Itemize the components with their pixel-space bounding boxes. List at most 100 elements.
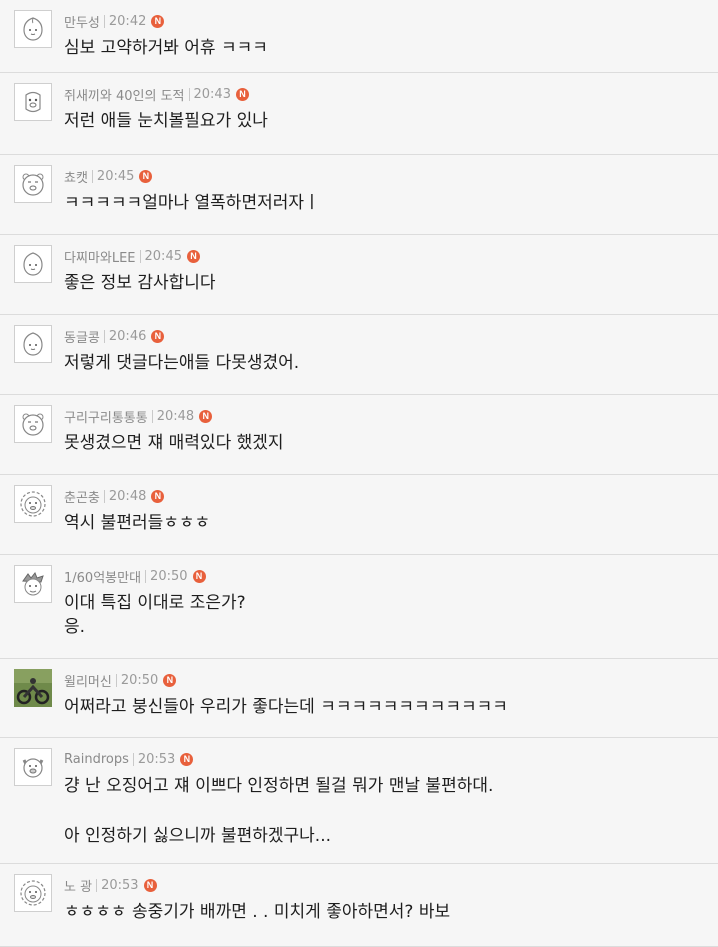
- comment-meta: 춘곤충 20:48 N: [64, 485, 706, 507]
- comment-line: 응.: [64, 617, 86, 637]
- comment-body: 동글콩 20:46 N 저렇게 댓글다는애들 다못생겼어.: [64, 325, 706, 375]
- comment-text: 걍 난 오징어고 쟤 이쁘다 인정하면 될걸 뭐가 맨날 불편하대. 아 인정하기…: [64, 774, 706, 849]
- comment-text: 역시 불편러들ㅎㅎㅎ: [64, 511, 706, 535]
- author-name[interactable]: Raindrops: [64, 752, 129, 767]
- comment-item: 쥐새끼와 40인의 도적 20:43 N 저런 애들 눈치볼필요가 있나: [0, 73, 718, 155]
- comment-text: ㅎㅎㅎㅎ 송중기가 배까면 . . 미치게 좋아하면서? 바보: [64, 900, 706, 924]
- ryan-icon[interactable]: [14, 405, 52, 443]
- comment-time: 20:43: [193, 86, 231, 102]
- comment-item: 만두성 20:42 N 심보 고약하거봐 어휴 ㅋㅋㅋ: [0, 0, 718, 73]
- author-name[interactable]: 다찌마와LEE: [64, 247, 136, 266]
- dog-icon[interactable]: [14, 748, 52, 786]
- new-badge: N: [180, 752, 194, 766]
- new-badge: N: [151, 329, 165, 343]
- comment-line: 어쩌라고 붕신들아 우리가 좋다는데 ㅋㅋㅋㅋㅋㅋㅋㅋㅋㅋㅋㅋ: [64, 697, 508, 717]
- comment-line: 저렇게 댓글다는애들 다못생겼어.: [64, 353, 300, 373]
- new-badge: N: [163, 673, 177, 687]
- meta-divider: [96, 878, 98, 892]
- comment-meta: 쥐새끼와 40인의 도적 20:43 N: [64, 83, 706, 105]
- author-name[interactable]: 동글콩: [64, 327, 100, 346]
- new-badge: N: [143, 878, 157, 892]
- comment-line: [64, 799, 706, 824]
- new-badge: N: [192, 569, 206, 583]
- comment-text: 못생겼으면 쟤 매력있다 했겠지: [64, 431, 706, 455]
- comment-item: 동글콩 20:46 N 저렇게 댓글다는애들 다못생겼어.: [0, 315, 718, 395]
- comment-time: 20:42: [108, 13, 147, 29]
- motorcycle-photo-icon[interactable]: [14, 669, 52, 707]
- comment-item: 노 광 20:53 N ㅎㅎㅎㅎ 송중기가 배까면 . . 미치게 좋아하면서?…: [0, 864, 718, 947]
- author-name[interactable]: 춘곤충: [64, 487, 100, 506]
- cartoon-boy-icon[interactable]: [14, 565, 52, 603]
- comment-body: Raindrops 20:53 N 걍 난 오징어고 쟤 이쁘다 인정하면 될걸…: [64, 748, 706, 849]
- comment-meta: 1/60억봉만대 20:50 N: [64, 565, 706, 587]
- comment-meta: 쵸캣 20:45 N: [64, 165, 706, 187]
- author-name[interactable]: 만두성: [64, 12, 100, 31]
- comment-line: 걍 난 오징어고 쟤 이쁘다 인정하면 될걸 뭐가 맨날 불편하대.: [64, 776, 494, 796]
- author-name[interactable]: 노 광: [64, 876, 92, 895]
- comment-meta: 다찌마와LEE 20:45 N: [64, 245, 706, 267]
- comment-body: 춘곤충 20:48 N 역시 불편러들ㅎㅎㅎ: [64, 485, 706, 535]
- comment-list: 만두성 20:42 N 심보 고약하거봐 어휴 ㅋㅋㅋ 쥐새끼와 40인의 도적…: [0, 0, 718, 947]
- comment-line: 이대 특집 이대로 조은가?: [64, 593, 246, 613]
- lion-icon[interactable]: [14, 874, 52, 912]
- meta-divider: [188, 87, 190, 101]
- meta-divider: [139, 249, 141, 263]
- comment-line: ㅋㅋㅋㅋㅋ얼마나 열폭하면저러자ㅣ: [64, 193, 320, 213]
- lion-icon[interactable]: [14, 485, 52, 523]
- comment-time: 20:45: [144, 248, 182, 264]
- comment-line: ㅎㅎㅎㅎ 송중기가 배까면 . . 미치게 좋아하면서? 바보: [64, 902, 451, 922]
- author-name[interactable]: 윌리머신: [64, 671, 112, 690]
- comment-meta: 윌리머신 20:50 N: [64, 669, 706, 691]
- comment-text: ㅋㅋㅋㅋㅋ얼마나 열폭하면저러자ㅣ: [64, 191, 706, 215]
- comment-time: 20:53: [101, 877, 139, 893]
- new-badge: N: [151, 14, 165, 28]
- meta-divider: [132, 752, 134, 766]
- comment-meta: Raindrops 20:53 N: [64, 748, 706, 770]
- comment-text: 좋은 정보 감사합니다: [64, 271, 706, 295]
- meta-divider: [145, 569, 147, 583]
- comment-body: 1/60억봉만대 20:50 N 이대 특집 이대로 조은가? 응.: [64, 565, 706, 639]
- comment-body: 구리구리통통통 20:48 N 못생겼으면 쟤 매력있다 했겠지: [64, 405, 706, 455]
- meta-divider: [151, 409, 153, 423]
- tube-icon[interactable]: [14, 83, 52, 121]
- comment-line: 저런 애들 눈치볼필요가 있나: [64, 111, 268, 131]
- comment-time: 20:48: [156, 408, 195, 424]
- apeach-icon[interactable]: [14, 10, 52, 48]
- new-badge: N: [186, 249, 200, 263]
- new-badge: N: [199, 409, 213, 423]
- comment-meta: 만두성 20:42 N: [64, 10, 706, 32]
- comment-item: 윌리머신 20:50 N 어쩌라고 붕신들아 우리가 좋다는데 ㅋㅋㅋㅋㅋㅋㅋㅋ…: [0, 659, 718, 738]
- apeach-icon[interactable]: [14, 325, 52, 363]
- comment-meta: 동글콩 20:46 N: [64, 325, 706, 347]
- comment-line: 못생겼으면 쟤 매력있다 했겠지: [64, 433, 284, 453]
- comment-body: 쵸캣 20:45 N ㅋㅋㅋㅋㅋ얼마나 열폭하면저러자ㅣ: [64, 165, 706, 215]
- author-name[interactable]: 쥐새끼와 40인의 도적: [64, 85, 185, 104]
- new-badge: N: [235, 87, 249, 101]
- comment-item: 춘곤충 20:48 N 역시 불편러들ㅎㅎㅎ: [0, 475, 718, 555]
- apeach-icon[interactable]: [14, 245, 52, 283]
- meta-divider: [115, 673, 117, 687]
- comment-text: 심보 고약하거봐 어휴 ㅋㅋㅋ: [64, 36, 706, 60]
- comment-line: 역시 불편러들ㅎㅎㅎ: [64, 513, 211, 533]
- author-name[interactable]: 구리구리통통통: [64, 407, 148, 426]
- comment-text: 이대 특집 이대로 조은가? 응.: [64, 591, 706, 639]
- comment-time: 20:50: [120, 672, 159, 688]
- author-name[interactable]: 1/60억봉만대: [64, 567, 141, 586]
- comment-item: Raindrops 20:53 N 걍 난 오징어고 쟤 이쁘다 인정하면 될걸…: [0, 738, 718, 864]
- comment-text: 저렇게 댓글다는애들 다못생겼어.: [64, 351, 706, 375]
- author-name[interactable]: 쵸캣: [64, 167, 88, 186]
- comment-item: 구리구리통통통 20:48 N 못생겼으면 쟤 매력있다 했겠지: [0, 395, 718, 475]
- comment-line: 좋은 정보 감사합니다: [64, 273, 216, 293]
- comment-item: 다찌마와LEE 20:45 N 좋은 정보 감사합니다: [0, 235, 718, 315]
- comment-text: 어쩌라고 붕신들아 우리가 좋다는데 ㅋㅋㅋㅋㅋㅋㅋㅋㅋㅋㅋㅋ: [64, 695, 706, 719]
- meta-divider: [103, 489, 105, 503]
- comment-time: 20:46: [108, 328, 147, 344]
- comment-time: 20:45: [96, 168, 135, 184]
- ryan-icon[interactable]: [14, 165, 52, 203]
- comment-body: 다찌마와LEE 20:45 N 좋은 정보 감사합니다: [64, 245, 706, 295]
- comment-item: 쵸캣 20:45 N ㅋㅋㅋㅋㅋ얼마나 열폭하면저러자ㅣ: [0, 155, 718, 235]
- comment-line: 심보 고약하거봐 어휴 ㅋㅋㅋ: [64, 38, 268, 58]
- comment-time: 20:48: [108, 488, 147, 504]
- comment-meta: 구리구리통통통 20:48 N: [64, 405, 706, 427]
- comment-item: 1/60억봉만대 20:50 N 이대 특집 이대로 조은가? 응.: [0, 555, 718, 659]
